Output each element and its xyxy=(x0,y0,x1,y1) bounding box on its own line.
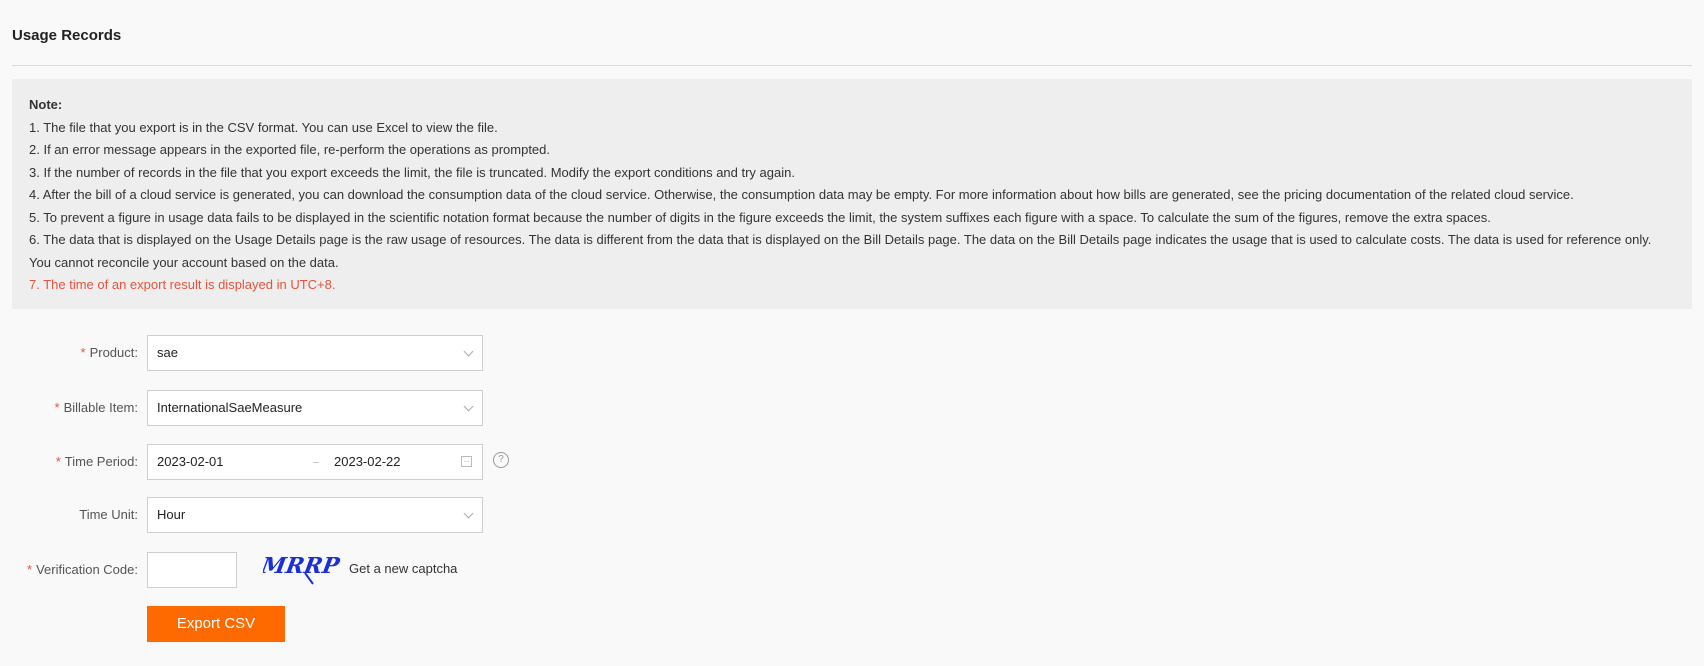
verification-code-input[interactable] xyxy=(147,552,237,588)
time-period-row: * Time Period: 2023-02-01 2023-02-22 xyxy=(0,444,1704,480)
get-new-captcha-link[interactable]: Get a new captcha xyxy=(349,561,457,576)
end-date[interactable]: 2023-02-22 xyxy=(334,445,401,479)
time-unit-label: Time Unit: xyxy=(79,507,138,522)
required-mark: * xyxy=(80,345,86,360)
billable-item-select[interactable]: InternationalSaeMeasure xyxy=(147,390,483,426)
product-select[interactable]: sae xyxy=(147,335,483,371)
billable-item-label: * Billable Item: xyxy=(54,400,138,415)
time-period-label: * Time Period: xyxy=(55,454,138,469)
note-line-1: 1. The file that you export is in the CS… xyxy=(29,119,498,135)
required-mark: * xyxy=(27,562,33,577)
calendar-icon[interactable] xyxy=(461,456,472,467)
page-title: Usage Records xyxy=(12,27,122,44)
time-period-picker[interactable]: 2023-02-01 2023-02-22 xyxy=(147,444,483,480)
chevron-down-icon xyxy=(463,346,474,357)
verification-label: * Verification Code: xyxy=(27,562,138,577)
billable-item-row: * Billable Item: InternationalSaeMeasure xyxy=(0,390,1704,426)
captcha-text: MRRP xyxy=(263,553,343,579)
note-box: Note: 1. The file that you export is in … xyxy=(12,79,1692,309)
product-label: * Product: xyxy=(80,345,138,360)
product-value: sae xyxy=(157,345,178,360)
product-row: * Product: sae xyxy=(0,335,1704,371)
note-line-3: 3. If the number of records in the file … xyxy=(29,164,795,180)
required-mark: * xyxy=(55,454,61,469)
title-divider xyxy=(12,65,1692,66)
captcha-image: MRRP xyxy=(263,553,343,585)
note-line-6: 6. The data that is displayed on the Usa… xyxy=(29,232,1652,270)
time-unit-select[interactable]: Hour xyxy=(147,497,483,533)
chevron-down-icon xyxy=(463,401,474,412)
note-line-2: 2. If an error message appears in the ex… xyxy=(29,142,550,157)
billable-item-value: InternationalSaeMeasure xyxy=(157,400,303,415)
verification-row: * Verification Code: xyxy=(0,552,1704,588)
note-line-4: 4. After the bill of a cloud service is … xyxy=(29,187,1574,202)
help-icon[interactable]: ? xyxy=(493,452,509,468)
time-unit-value: Hour xyxy=(157,507,186,522)
note-line-5: 5. To prevent a figure in usage data fai… xyxy=(29,209,1491,225)
date-separator xyxy=(313,462,319,463)
note-line-7: 7. The time of an export result is displ… xyxy=(29,277,336,292)
time-unit-row: Time Unit: Hour xyxy=(0,497,1704,533)
required-mark: * xyxy=(54,400,60,415)
export-csv-button[interactable]: Export CSV xyxy=(147,606,285,642)
start-date[interactable]: 2023-02-01 xyxy=(157,445,224,479)
note-title: Note: xyxy=(29,97,63,112)
chevron-down-icon xyxy=(463,508,474,519)
